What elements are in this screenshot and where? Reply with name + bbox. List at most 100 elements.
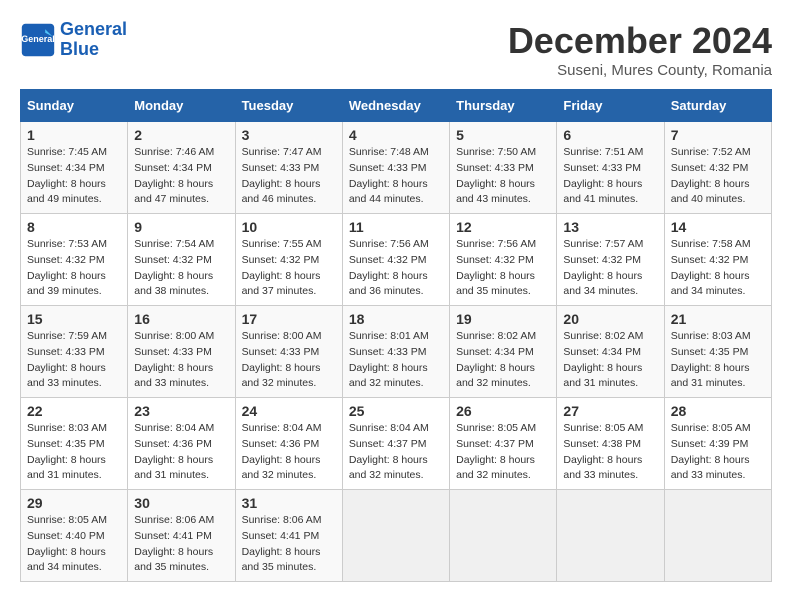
day-number: 25 bbox=[349, 403, 443, 419]
day-number: 22 bbox=[27, 403, 121, 419]
day-cell bbox=[450, 490, 557, 582]
day-info: Sunrise: 8:00 AM Sunset: 4:33 PM Dayligh… bbox=[242, 329, 336, 392]
day-number: 27 bbox=[563, 403, 657, 419]
day-cell: 4 Sunrise: 7:48 AM Sunset: 4:33 PM Daylig… bbox=[342, 122, 449, 214]
day-cell: 3 Sunrise: 7:47 AM Sunset: 4:33 PM Daylig… bbox=[235, 122, 342, 214]
day-cell: 15 Sunrise: 7:59 AM Sunset: 4:33 PM Dayli… bbox=[21, 306, 128, 398]
day-info: Sunrise: 7:46 AM Sunset: 4:34 PM Dayligh… bbox=[134, 145, 228, 208]
day-info: Sunrise: 7:56 AM Sunset: 4:32 PM Dayligh… bbox=[456, 237, 550, 300]
day-number: 4 bbox=[349, 127, 443, 143]
day-number: 18 bbox=[349, 311, 443, 327]
day-info: Sunrise: 7:54 AM Sunset: 4:32 PM Dayligh… bbox=[134, 237, 228, 300]
day-cell: 2Sunrise: 7:46 AM Sunset: 4:34 PM Daylig… bbox=[128, 122, 235, 214]
header-row: Sunday Monday Tuesday Wednesday Thursday… bbox=[21, 90, 772, 122]
day-cell: 24Sunrise: 8:04 AM Sunset: 4:36 PM Dayli… bbox=[235, 398, 342, 490]
day-cell bbox=[664, 490, 771, 582]
day-cell: 30 Sunrise: 8:06 AM Sunset: 4:41 PM Dayli… bbox=[128, 490, 235, 582]
month-title: December 2024 bbox=[508, 20, 772, 62]
col-tuesday: Tuesday bbox=[235, 90, 342, 122]
col-thursday: Thursday bbox=[450, 90, 557, 122]
day-number: 8 bbox=[27, 219, 121, 235]
day-info: Sunrise: 8:04 AM Sunset: 4:37 PM Dayligh… bbox=[349, 421, 443, 484]
day-info: Sunrise: 7:58 AM Sunset: 4:32 PM Dayligh… bbox=[671, 237, 765, 300]
day-number: 28 bbox=[671, 403, 765, 419]
day-cell: 25 Sunrise: 8:04 AM Sunset: 4:37 PM Dayli… bbox=[342, 398, 449, 490]
day-number: 6 bbox=[563, 127, 657, 143]
day-cell: 7Sunrise: 7:52 AM Sunset: 4:32 PM Daylig… bbox=[664, 122, 771, 214]
day-number: 21 bbox=[671, 311, 765, 327]
day-cell: 13Sunrise: 7:57 AM Sunset: 4:32 PM Dayli… bbox=[557, 214, 664, 306]
day-cell: 21 Sunrise: 8:03 AM Sunset: 4:35 PM Dayli… bbox=[664, 306, 771, 398]
title-block: December 2024 Suseni, Mures County, Roma… bbox=[508, 20, 772, 79]
day-info: Sunrise: 7:59 AM Sunset: 4:33 PM Dayligh… bbox=[27, 329, 121, 392]
col-monday: Monday bbox=[128, 90, 235, 122]
day-cell: 29 Sunrise: 8:05 AM Sunset: 4:40 PM Dayli… bbox=[21, 490, 128, 582]
day-info: Sunrise: 8:05 AM Sunset: 4:38 PM Dayligh… bbox=[563, 421, 657, 484]
day-number: 5 bbox=[456, 127, 550, 143]
day-number: 29 bbox=[27, 495, 121, 511]
day-number: 1 bbox=[27, 127, 121, 143]
day-cell: 12 Sunrise: 7:56 AM Sunset: 4:32 PM Dayli… bbox=[450, 214, 557, 306]
day-info: Sunrise: 8:06 AM Sunset: 4:41 PM Dayligh… bbox=[134, 513, 228, 576]
col-friday: Friday bbox=[557, 90, 664, 122]
day-number: 7 bbox=[671, 127, 765, 143]
day-info: Sunrise: 7:45 AM Sunset: 4:34 PM Dayligh… bbox=[27, 145, 121, 208]
day-number: 20 bbox=[563, 311, 657, 327]
day-number: 23 bbox=[134, 403, 228, 419]
col-sunday: Sunday bbox=[21, 90, 128, 122]
day-number: 11 bbox=[349, 219, 443, 235]
location-subtitle: Suseni, Mures County, Romania bbox=[508, 62, 772, 79]
day-info: Sunrise: 7:48 AM Sunset: 4:33 PM Dayligh… bbox=[349, 145, 443, 208]
logo-text2: Blue bbox=[60, 40, 127, 60]
day-info: Sunrise: 7:50 AM Sunset: 4:33 PM Dayligh… bbox=[456, 145, 550, 208]
day-number: 14 bbox=[671, 219, 765, 235]
day-info: Sunrise: 7:57 AM Sunset: 4:32 PM Dayligh… bbox=[563, 237, 657, 300]
day-cell: 16 Sunrise: 8:00 AM Sunset: 4:33 PM Dayli… bbox=[128, 306, 235, 398]
day-number: 19 bbox=[456, 311, 550, 327]
day-number: 12 bbox=[456, 219, 550, 235]
day-number: 17 bbox=[242, 311, 336, 327]
day-cell: 22 Sunrise: 8:03 AM Sunset: 4:35 PM Dayli… bbox=[21, 398, 128, 490]
day-cell: 14 Sunrise: 7:58 AM Sunset: 4:32 PM Dayli… bbox=[664, 214, 771, 306]
day-info: Sunrise: 8:03 AM Sunset: 4:35 PM Dayligh… bbox=[27, 421, 121, 484]
day-number: 31 bbox=[242, 495, 336, 511]
calendar-table: Sunday Monday Tuesday Wednesday Thursday… bbox=[20, 89, 772, 582]
day-cell: 19 Sunrise: 8:02 AM Sunset: 4:34 PM Dayli… bbox=[450, 306, 557, 398]
day-cell: 1 Sunrise: 7:45 AM Sunset: 4:34 PM Daylig… bbox=[21, 122, 128, 214]
page-header: General General Blue December 2024 Susen… bbox=[20, 20, 772, 79]
day-cell: 10 Sunrise: 7:55 AM Sunset: 4:32 PM Dayli… bbox=[235, 214, 342, 306]
day-number: 16 bbox=[134, 311, 228, 327]
day-info: Sunrise: 7:55 AM Sunset: 4:32 PM Dayligh… bbox=[242, 237, 336, 300]
day-cell: 28Sunrise: 8:05 AM Sunset: 4:39 PM Dayli… bbox=[664, 398, 771, 490]
day-number: 9 bbox=[134, 219, 228, 235]
day-info: Sunrise: 8:00 AM Sunset: 4:33 PM Dayligh… bbox=[134, 329, 228, 392]
day-cell: 5 Sunrise: 7:50 AM Sunset: 4:33 PM Daylig… bbox=[450, 122, 557, 214]
day-number: 15 bbox=[27, 311, 121, 327]
day-number: 30 bbox=[134, 495, 228, 511]
day-info: Sunrise: 8:03 AM Sunset: 4:35 PM Dayligh… bbox=[671, 329, 765, 392]
day-cell: 11Sunrise: 7:56 AM Sunset: 4:32 PM Dayli… bbox=[342, 214, 449, 306]
day-info: Sunrise: 7:51 AM Sunset: 4:33 PM Dayligh… bbox=[563, 145, 657, 208]
day-cell: 27 Sunrise: 8:05 AM Sunset: 4:38 PM Dayli… bbox=[557, 398, 664, 490]
day-info: Sunrise: 8:01 AM Sunset: 4:33 PM Dayligh… bbox=[349, 329, 443, 392]
day-info: Sunrise: 8:02 AM Sunset: 4:34 PM Dayligh… bbox=[456, 329, 550, 392]
day-cell: 6 Sunrise: 7:51 AM Sunset: 4:33 PM Daylig… bbox=[557, 122, 664, 214]
day-cell bbox=[557, 490, 664, 582]
week-row-1: 1 Sunrise: 7:45 AM Sunset: 4:34 PM Daylig… bbox=[21, 122, 772, 214]
week-row-3: 15 Sunrise: 7:59 AM Sunset: 4:33 PM Dayli… bbox=[21, 306, 772, 398]
day-info: Sunrise: 7:47 AM Sunset: 4:33 PM Dayligh… bbox=[242, 145, 336, 208]
day-info: Sunrise: 8:05 AM Sunset: 4:40 PM Dayligh… bbox=[27, 513, 121, 576]
day-info: Sunrise: 8:05 AM Sunset: 4:37 PM Dayligh… bbox=[456, 421, 550, 484]
day-info: Sunrise: 8:04 AM Sunset: 4:36 PM Dayligh… bbox=[242, 421, 336, 484]
day-number: 3 bbox=[242, 127, 336, 143]
col-wednesday: Wednesday bbox=[342, 90, 449, 122]
day-info: Sunrise: 8:06 AM Sunset: 4:41 PM Dayligh… bbox=[242, 513, 336, 576]
day-cell bbox=[342, 490, 449, 582]
day-cell: 20Sunrise: 8:02 AM Sunset: 4:34 PM Dayli… bbox=[557, 306, 664, 398]
day-info: Sunrise: 8:04 AM Sunset: 4:36 PM Dayligh… bbox=[134, 421, 228, 484]
day-cell: 31 Sunrise: 8:06 AM Sunset: 4:41 PM Dayli… bbox=[235, 490, 342, 582]
day-info: Sunrise: 7:53 AM Sunset: 4:32 PM Dayligh… bbox=[27, 237, 121, 300]
week-row-2: 8 Sunrise: 7:53 AM Sunset: 4:32 PM Daylig… bbox=[21, 214, 772, 306]
day-cell: 23 Sunrise: 8:04 AM Sunset: 4:36 PM Dayli… bbox=[128, 398, 235, 490]
day-number: 10 bbox=[242, 219, 336, 235]
